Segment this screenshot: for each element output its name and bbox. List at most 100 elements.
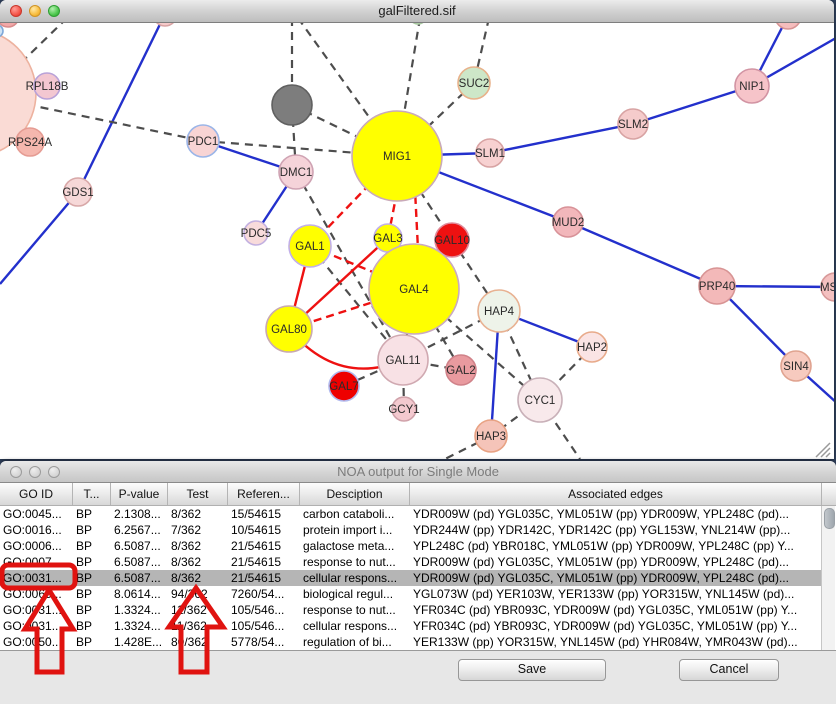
cell-desc: protein import i... bbox=[303, 522, 409, 538]
cell-type: BP bbox=[76, 634, 110, 650]
graph-edge[interactable] bbox=[0, 192, 78, 284]
node-label: HAP3 bbox=[476, 431, 506, 443]
cell-test: 80/362 bbox=[171, 634, 227, 650]
network-titlebar[interactable]: galFiltered.sif bbox=[0, 0, 834, 23]
cell-edges: YFR034C (pd) YBR093C, YDR009W (pd) YGL03… bbox=[413, 602, 821, 618]
node-label: GAL10 bbox=[434, 235, 470, 247]
network-canvas[interactable]: RPL18B RPS24A GDS1 PDC1 PDC5 DMC1 MIG1 SUC2 SLM1… bbox=[0, 0, 834, 459]
cell-test: 7/362 bbox=[171, 522, 227, 538]
cell-test: 8/362 bbox=[171, 554, 227, 570]
table-row-0031[interactable]: GO:0031...BP6.5087...8/36221/54615cellul… bbox=[0, 570, 822, 586]
node-label: SUC2 bbox=[459, 78, 490, 90]
cell-test: 11/362 bbox=[171, 602, 227, 618]
cell-go: GO:0045... bbox=[3, 506, 72, 522]
table-row-0031[interactable]: GO:0031...BP1.3324...11/362105/546...cel… bbox=[0, 618, 822, 634]
node-label: SIN4 bbox=[783, 361, 809, 373]
network-window: RPL18B RPS24A GDS1 PDC1 PDC5 DMC1 MIG1 SUC2 SLM1… bbox=[0, 0, 834, 459]
cell-p: 6.5087... bbox=[114, 570, 167, 586]
node-label: SLM1 bbox=[475, 148, 505, 160]
node-label: DMC1 bbox=[280, 167, 313, 179]
node-label: GDS1 bbox=[62, 187, 93, 199]
table-row-0031[interactable]: GO:0031...BP1.3324...11/362105/546...res… bbox=[0, 602, 822, 618]
node-label: GAL11 bbox=[386, 355, 421, 367]
table-row-0016[interactable]: GO:0016...BP6.2567...7/36210/54615protei… bbox=[0, 522, 822, 538]
cell-p: 8.0614... bbox=[114, 586, 167, 602]
node-label: GAL80 bbox=[271, 324, 307, 336]
network-window-title: galFiltered.sif bbox=[0, 3, 834, 18]
graph-edge[interactable] bbox=[633, 86, 752, 124]
cancel-button[interactable]: Cancel bbox=[679, 659, 779, 681]
node-label: RPS24A bbox=[8, 137, 52, 149]
node-label: PDC5 bbox=[241, 228, 272, 240]
node-label: RPL18B bbox=[26, 81, 69, 93]
table-header-row: GO IDT...P-valueTestReferen...Desciption… bbox=[0, 483, 836, 506]
cell-type: BP bbox=[76, 538, 110, 554]
table-row-0045[interactable]: GO:0045...BP2.1308...8/36215/54615carbon… bbox=[0, 506, 822, 522]
cell-ref: 15/54615 bbox=[231, 506, 299, 522]
cell-ref: 105/546... bbox=[231, 618, 299, 634]
save-button[interactable]: Save bbox=[458, 659, 606, 681]
cell-desc: carbon cataboli... bbox=[303, 506, 409, 522]
scrollbar-thumb[interactable] bbox=[824, 508, 835, 529]
column-header-test[interactable]: Test bbox=[168, 483, 228, 505]
vertical-scrollbar[interactable] bbox=[821, 506, 835, 650]
table-row-0050[interactable]: GO:0050...BP1.428E...80/3625778/54...reg… bbox=[0, 634, 822, 650]
cell-edges: YDR244W (pp) YDR142C, YDR142C (pp) YGL15… bbox=[413, 522, 821, 538]
cell-test: 8/362 bbox=[171, 570, 227, 586]
cell-ref: 10/54615 bbox=[231, 522, 299, 538]
node-gray-node[interactable] bbox=[272, 85, 312, 125]
graph-edge[interactable] bbox=[78, 14, 165, 192]
node-label: GAL1 bbox=[295, 241, 324, 253]
cell-desc: cellular respons... bbox=[303, 618, 409, 634]
node-label: GAL2 bbox=[446, 365, 475, 377]
cell-edges: YDR009W (pd) YGL035C, YML051W (pp) YDR00… bbox=[413, 554, 821, 570]
cell-go: GO:0050... bbox=[3, 634, 72, 650]
resize-grip-icon[interactable] bbox=[812, 439, 832, 459]
column-header-t[interactable]: T... bbox=[73, 483, 111, 505]
node-label: MUD2 bbox=[552, 217, 585, 229]
noa-window-title: NOA output for Single Mode bbox=[0, 464, 836, 479]
table-row-0065[interactable]: GO:0065...BP8.0614...94/3627260/54...bio… bbox=[0, 586, 822, 602]
node-label: GAL7 bbox=[329, 381, 358, 393]
node-label: PDC1 bbox=[188, 136, 219, 148]
node-label: MIG1 bbox=[383, 151, 411, 163]
noa-output-window: NOA output for Single Mode GO IDT...P-va… bbox=[0, 461, 836, 704]
cell-type: BP bbox=[76, 570, 110, 586]
cell-go: GO:0007... bbox=[3, 554, 72, 570]
column-header-goid[interactable]: GO ID bbox=[0, 483, 73, 505]
cell-p: 1.3324... bbox=[114, 618, 167, 634]
graph-edge[interactable] bbox=[568, 222, 717, 286]
cell-ref: 21/54615 bbox=[231, 554, 299, 570]
cell-desc: galactose meta... bbox=[303, 538, 409, 554]
column-header-referen[interactable]: Referen... bbox=[228, 483, 300, 505]
noa-titlebar[interactable]: NOA output for Single Mode bbox=[0, 461, 836, 483]
cell-edges: YDR009W (pd) YGL035C, YML051W (pp) YDR00… bbox=[413, 506, 821, 522]
cell-go: GO:0065... bbox=[3, 586, 72, 602]
node-label: GAL3 bbox=[373, 233, 402, 245]
cell-p: 1.3324... bbox=[114, 602, 167, 618]
cell-p: 6.5087... bbox=[114, 554, 167, 570]
table-row-0007[interactable]: GO:0007...BP6.5087...8/36221/54615respon… bbox=[0, 554, 822, 570]
node-label: MSL5 bbox=[820, 282, 834, 294]
column-header-desciption[interactable]: Desciption bbox=[300, 483, 410, 505]
cell-edges: YFR034C (pd) YBR093C, YDR009W (pd) YGL03… bbox=[413, 618, 821, 634]
cell-type: BP bbox=[76, 602, 110, 618]
graph-edge[interactable] bbox=[490, 124, 633, 153]
cell-go: GO:0016... bbox=[3, 522, 72, 538]
cell-ref: 21/54615 bbox=[231, 570, 299, 586]
table-row-0006[interactable]: GO:0006...BP6.5087...8/36221/54615galact… bbox=[0, 538, 822, 554]
node-label: GCY1 bbox=[388, 404, 419, 416]
cell-test: 11/362 bbox=[171, 618, 227, 634]
cell-type: BP bbox=[76, 554, 110, 570]
column-header-pvalue[interactable]: P-value bbox=[111, 483, 168, 505]
cell-go: GO:0031... bbox=[3, 570, 72, 586]
column-header-associatededges[interactable]: Associated edges bbox=[410, 483, 822, 505]
node-label: PRP40 bbox=[699, 281, 735, 293]
cell-type: BP bbox=[76, 618, 110, 634]
node-label: HAP4 bbox=[484, 306, 515, 318]
cell-desc: response to nut... bbox=[303, 602, 409, 618]
node-corner-node-blue[interactable] bbox=[0, 25, 3, 37]
cell-ref: 21/54615 bbox=[231, 538, 299, 554]
cell-ref: 7260/54... bbox=[231, 586, 299, 602]
cell-p: 6.5087... bbox=[114, 538, 167, 554]
